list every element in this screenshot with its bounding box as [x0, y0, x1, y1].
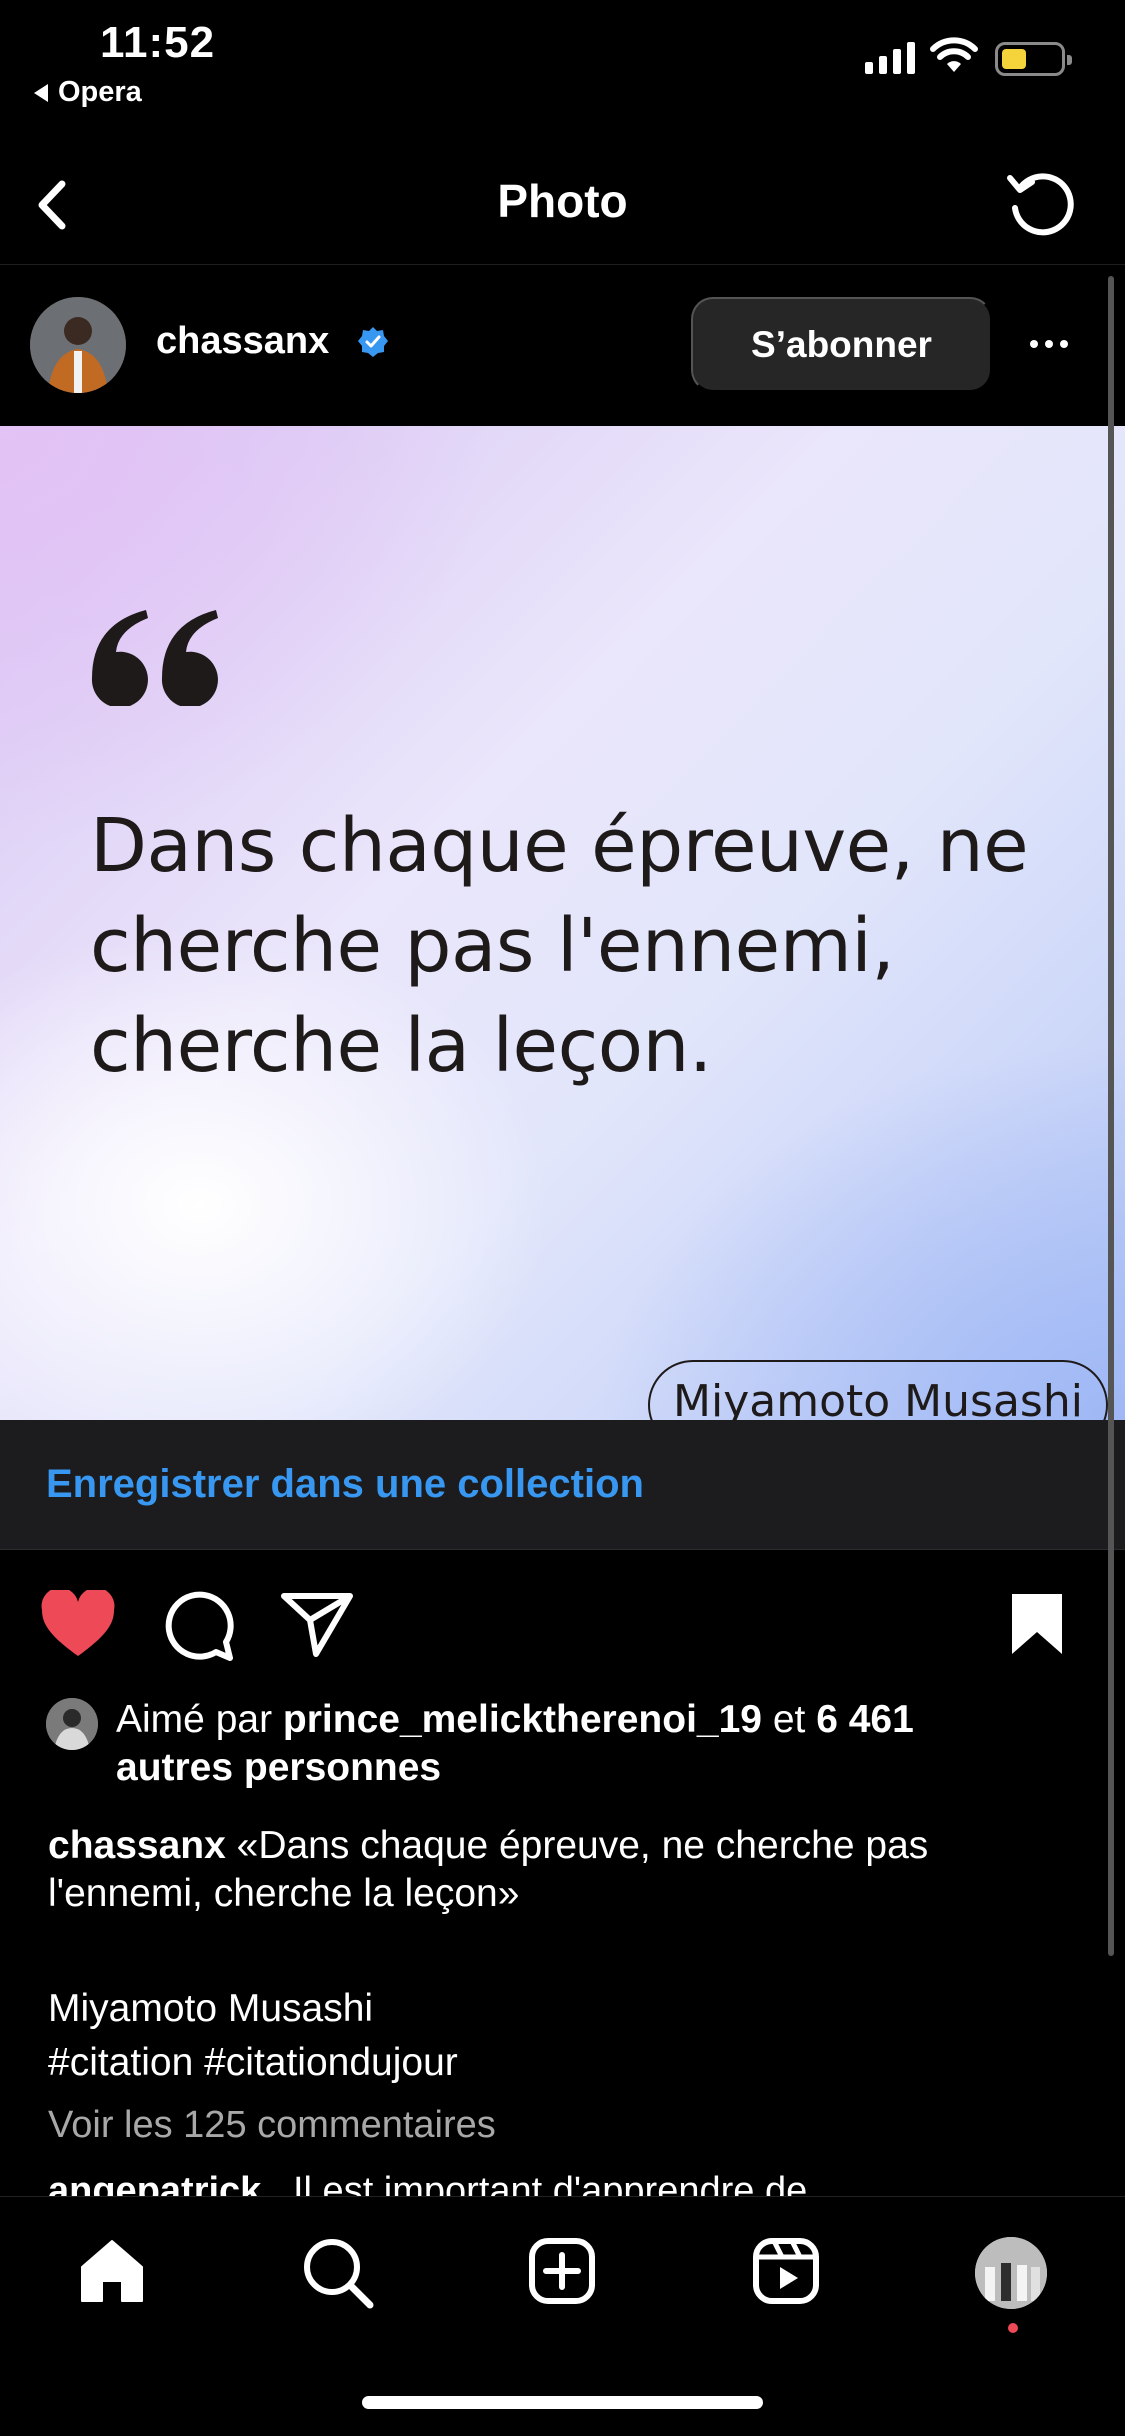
wifi-icon [930, 37, 978, 72]
status-time: 11:52 [100, 18, 216, 67]
likes-prefix: Aimé par [116, 1698, 283, 1741]
avatar-image [30, 297, 126, 393]
likes-others[interactable]: autres personnes [116, 1746, 441, 1789]
comment-icon[interactable] [162, 1590, 234, 1662]
back-to-app-link[interactable]: Opera [34, 76, 142, 109]
save-to-collection-link[interactable]: Enregistrer dans une collection [46, 1462, 644, 1507]
quote-line: cherche la leçon. [90, 1003, 712, 1089]
bookmark-icon[interactable] [1008, 1590, 1066, 1658]
post-header: chassanx S’abonner [0, 266, 1125, 426]
save-to-collection-bar[interactable]: Enregistrer dans une collection [0, 1420, 1125, 1550]
back-app-label: Opera [58, 76, 142, 108]
caption-hashtags[interactable]: #citation #citationdujour [48, 2036, 1088, 2090]
caption-continuation: Miyamoto Musashi #citation #citationdujo… [48, 1982, 1088, 2090]
likes-and: et [761, 1698, 817, 1741]
comment-username[interactable]: angepatrick [48, 2170, 261, 2196]
page-title: Photo [497, 175, 628, 227]
liker-avatar [46, 1698, 98, 1750]
scrollbar[interactable] [1108, 276, 1114, 1956]
heart-icon[interactable] [40, 1590, 116, 1660]
liker-username[interactable]: prince_melicktherenoi_19 [283, 1698, 762, 1741]
search-icon[interactable] [302, 2237, 374, 2309]
reload-icon[interactable] [1002, 164, 1082, 244]
post-caption: chassanx «Dans chaque épreuve, ne cherch… [48, 1822, 1088, 1918]
home-indicator[interactable] [362, 2396, 763, 2409]
comment-text: Il est important d'apprendre de [293, 2170, 808, 2196]
quote-line: cherche pas l'ennemi, [90, 903, 895, 989]
likes-text: Aimé par prince_melicktherenoi_19 et 6 4… [116, 1696, 1076, 1792]
verified-icon [358, 327, 388, 357]
post-image[interactable]: Dans chaque épreuve, ne cherche pas l'en… [0, 426, 1125, 1420]
comment-preview: angepatrick Il est important d'apprendre… [48, 2170, 807, 2196]
caption-author[interactable]: chassanx [48, 1824, 226, 1867]
share-icon[interactable] [280, 1590, 354, 1658]
notification-dot [1008, 2323, 1018, 2333]
more-icon[interactable] [1030, 340, 1068, 348]
user-avatar[interactable] [30, 297, 126, 393]
post-username[interactable]: chassanx [156, 320, 329, 363]
likes-count: 6 461 [816, 1698, 914, 1741]
home-icon[interactable] [78, 2237, 146, 2305]
back-triangle-icon [34, 83, 48, 102]
quote-author-pill: Miyamoto Musashi [648, 1360, 1108, 1420]
quote-line: Dans chaque épreuve, ne [90, 803, 1029, 889]
post-actions [0, 1570, 1125, 1680]
view-comments-link[interactable]: Voir les 125 commentaires [48, 2104, 496, 2147]
nav-header: Photo [0, 150, 1125, 265]
caption-line: Miyamoto Musashi [48, 1987, 374, 2030]
quote-text: Dans chaque épreuve, ne cherche pas l'en… [90, 796, 1050, 1096]
profile-tab-avatar[interactable] [975, 2237, 1047, 2309]
battery-icon [995, 42, 1072, 76]
reels-icon[interactable] [752, 2237, 820, 2305]
create-icon[interactable] [528, 2237, 596, 2305]
status-bar: 11:52 Opera [0, 0, 1125, 150]
cellular-signal-icon [865, 40, 915, 74]
follow-button[interactable]: S’abonner [691, 297, 992, 392]
quote-mark-icon [91, 610, 218, 706]
